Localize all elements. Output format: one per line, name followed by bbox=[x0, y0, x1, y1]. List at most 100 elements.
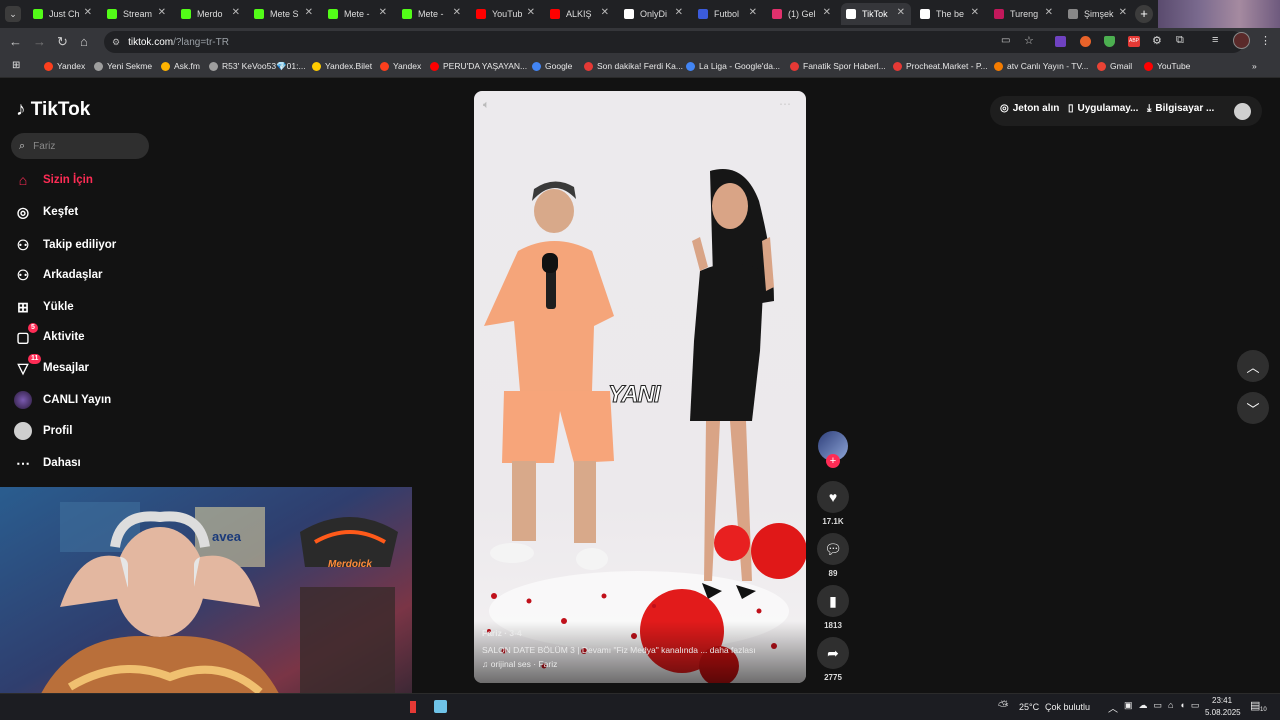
next-video-button[interactable]: ﹀ bbox=[1237, 392, 1269, 424]
like-button[interactable]: ♥ 17.1K bbox=[816, 481, 850, 526]
notification-icon[interactable]: ▤ bbox=[1250, 699, 1260, 712]
follow-plus-icon[interactable]: + bbox=[826, 454, 840, 468]
bookmark-item[interactable]: Gmail bbox=[1097, 61, 1132, 71]
tab-close-icon[interactable]: ✕ bbox=[453, 7, 461, 18]
browser-tab[interactable]: Futbol ✕ bbox=[693, 3, 763, 25]
tab-close-icon[interactable]: ✕ bbox=[749, 7, 757, 18]
bookmark-item[interactable]: PERU'DA YAŞAYAN... bbox=[430, 61, 527, 71]
tab-close-icon[interactable]: ✕ bbox=[527, 7, 535, 18]
clock-time[interactable]: 23:41 bbox=[1212, 696, 1232, 705]
browser-tab[interactable]: Mete S ✕ bbox=[249, 3, 319, 25]
taskbar-notepad-icon[interactable] bbox=[434, 700, 447, 713]
sidebar-item[interactable]: ⌂ Sizin İçin bbox=[14, 171, 93, 189]
weather-temp[interactable]: 25°C bbox=[1019, 702, 1039, 712]
tab-close-icon[interactable]: ✕ bbox=[971, 7, 979, 18]
taskbar-app-icon[interactable] bbox=[410, 701, 416, 713]
bookmark-item[interactable]: atv Canlı Yayın - TV... bbox=[994, 61, 1088, 71]
save-button[interactable]: ▮ 1813 bbox=[816, 585, 850, 630]
browser-tab[interactable]: Just Ch ✕ bbox=[28, 3, 98, 25]
extension-fox-icon[interactable] bbox=[1080, 36, 1091, 47]
browser-tab[interactable]: Mete - ✕ bbox=[323, 3, 393, 25]
extension-abp-icon[interactable]: ABP bbox=[1128, 36, 1140, 47]
install-app-icon[interactable]: ▭ bbox=[1001, 35, 1010, 46]
site-info-icon[interactable]: ⚙ bbox=[112, 37, 120, 48]
user-avatar[interactable] bbox=[1234, 103, 1251, 120]
get-coins-button[interactable]: ◎ Jeton alın bbox=[1000, 103, 1059, 114]
tab-close-icon[interactable]: ✕ bbox=[305, 7, 313, 18]
browser-tab[interactable]: YouTub ✕ bbox=[471, 3, 541, 25]
reload-button[interactable]: ↻ bbox=[57, 34, 68, 50]
browser-tab[interactable]: Mete - ✕ bbox=[397, 3, 467, 25]
tab-close-icon[interactable]: ✕ bbox=[379, 7, 387, 18]
sidebar-item[interactable]: ◎ Keşfet bbox=[14, 203, 78, 221]
tab-close-icon[interactable]: ✕ bbox=[1045, 7, 1053, 18]
browser-tab[interactable]: Tureng ✕ bbox=[989, 3, 1059, 25]
profile-avatar[interactable] bbox=[1233, 32, 1250, 49]
bookmark-item[interactable]: Fanatik Spor Haberl... bbox=[790, 61, 886, 71]
sidebar-item[interactable]: ▽ Mesajlar 11 bbox=[14, 354, 89, 377]
tab-close-icon[interactable]: ✕ bbox=[823, 7, 831, 18]
extension-gear-icon[interactable]: ⚙ bbox=[1152, 34, 1162, 47]
media-control-icon[interactable]: ≡ bbox=[1212, 34, 1218, 46]
sidebar-item[interactable]: ● Profil bbox=[14, 422, 72, 440]
sidebar-item[interactable]: ▢ Aktivite 5 bbox=[14, 323, 85, 346]
bookmark-item[interactable]: YouTube bbox=[1144, 61, 1190, 71]
menu-kebab-icon[interactable]: ⋮ bbox=[1260, 34, 1271, 47]
clock-date[interactable]: 5.08.2025 bbox=[1205, 708, 1241, 717]
bookmark-item[interactable]: Yandex.Bilet bbox=[312, 61, 372, 71]
bookmark-star-icon[interactable]: ☆ bbox=[1024, 34, 1034, 47]
video-player[interactable]: 🔈︎ ⋯ YANI Fariz · 3-4 SALON DATE BÖLÜM 3… bbox=[474, 91, 806, 683]
video-author-date[interactable]: Fariz · 3-4 bbox=[482, 628, 522, 638]
tab-search-button[interactable]: ⌄ bbox=[5, 6, 21, 22]
tab-close-icon[interactable]: ✕ bbox=[897, 7, 905, 18]
bookmark-item[interactable]: Google bbox=[532, 61, 572, 71]
new-tab-button[interactable]: + bbox=[1135, 5, 1153, 23]
sidebar-item[interactable]: ⚇ Takip ediliyor bbox=[14, 236, 117, 254]
search-input[interactable]: ⌕ Fariz bbox=[11, 133, 149, 159]
browser-tab[interactable]: ALKIŞ ✕ bbox=[545, 3, 615, 25]
sidebar-item[interactable]: ● CANLI Yayın bbox=[14, 391, 111, 409]
browser-tab[interactable]: OnlyDi ✕ bbox=[619, 3, 689, 25]
tray-icons[interactable]: ▣☁▭⌂◖▭ bbox=[1124, 700, 1205, 711]
tray-chevron-icon[interactable]: ︿ bbox=[1108, 700, 1118, 715]
bookmark-item[interactable]: R53' KeVoo53💎01:... bbox=[209, 61, 306, 72]
comment-button[interactable]: 💬︎ 89 bbox=[816, 533, 850, 578]
sidebar-item[interactable]: ⚇ Arkadaşlar bbox=[14, 266, 103, 284]
weather-desc[interactable]: Çok bulutlu bbox=[1045, 702, 1090, 712]
sidebar-item[interactable]: ⋯ Dahası bbox=[14, 454, 81, 472]
bookmark-item[interactable]: Ask.fm bbox=[161, 61, 200, 71]
extension-purple-icon[interactable] bbox=[1055, 36, 1066, 47]
address-bar[interactable]: ⚙ tiktok.com /?lang=tr-TR ▭ ☆ bbox=[104, 31, 1244, 53]
tab-close-icon[interactable]: ✕ bbox=[232, 7, 240, 18]
tab-close-icon[interactable]: ✕ bbox=[158, 7, 166, 18]
share-button[interactable]: ➦ 2775 bbox=[816, 637, 850, 682]
home-button[interactable]: ⌂ bbox=[80, 34, 88, 49]
extensions-puzzle-icon[interactable]: ⧉ bbox=[1176, 34, 1184, 47]
apps-grid-icon[interactable]: ⊞ bbox=[12, 60, 20, 71]
author-avatar-button[interactable]: + bbox=[816, 431, 850, 468]
desktop-app-button[interactable]: ⤓ Bilgisayar ... bbox=[1147, 103, 1214, 114]
browser-tab[interactable]: TikTok ✕ bbox=[841, 3, 911, 25]
browser-tab[interactable]: The be ✕ bbox=[915, 3, 985, 25]
more-bookmarks-icon[interactable]: » bbox=[1252, 61, 1257, 71]
extension-shield-icon[interactable] bbox=[1104, 36, 1115, 47]
tiktok-logo[interactable]: ♪ TikTok bbox=[16, 99, 90, 121]
browser-tab[interactable]: Şimşek ✕ bbox=[1063, 3, 1133, 25]
tab-close-icon[interactable]: ✕ bbox=[601, 7, 609, 18]
sidebar-item[interactable]: ⊞ Yükle bbox=[14, 298, 74, 316]
tab-close-icon[interactable]: ✕ bbox=[675, 7, 683, 18]
weather-icon[interactable]: ⛅︎ bbox=[998, 698, 1008, 714]
bookmark-item[interactable]: Procheat.Market - P... bbox=[893, 61, 988, 71]
tab-close-icon[interactable]: ✕ bbox=[84, 7, 92, 18]
forward-button[interactable]: → bbox=[33, 34, 46, 49]
tab-close-icon[interactable]: ✕ bbox=[1119, 7, 1127, 18]
bookmark-item[interactable]: Yandex bbox=[44, 61, 85, 71]
video-sound[interactable]: ♫ orijinal ses · Fariz bbox=[482, 659, 557, 669]
browser-tab[interactable]: (1) Gel ✕ bbox=[767, 3, 837, 25]
bookmark-item[interactable]: Yandex bbox=[380, 61, 421, 71]
back-button[interactable]: ← bbox=[9, 34, 22, 49]
bookmark-item[interactable]: Son dakika! Ferdi Ka... bbox=[584, 61, 683, 71]
previous-video-button[interactable]: ︿ bbox=[1237, 350, 1269, 382]
browser-tab[interactable]: Stream ✕ bbox=[102, 3, 172, 25]
bookmark-item[interactable]: La Liga - Google'da... bbox=[686, 61, 780, 71]
